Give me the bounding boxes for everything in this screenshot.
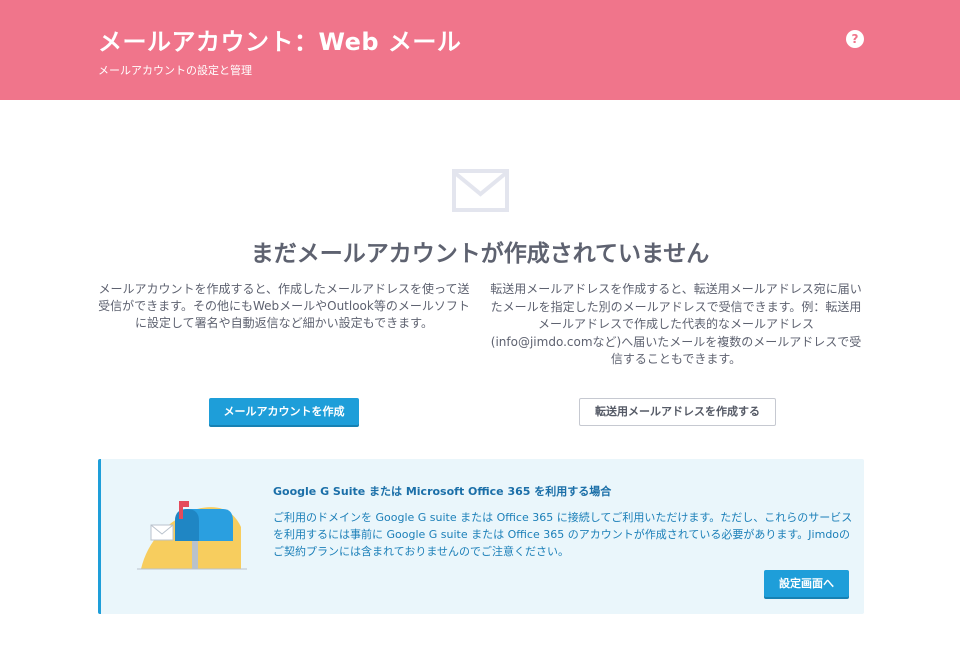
mailbox-illustration (137, 501, 247, 570)
help-icon[interactable]: ? (846, 30, 864, 48)
forwarding-description: 転送用メールアドレスを作成すると、転送用メールアドレス宛に届いたメールを指定した… (490, 282, 862, 366)
info-box-text: ご利用のドメインを Google G suite または Office 365 … (273, 511, 853, 558)
account-description: メールアカウントを作成すると、作成したメールアドレスを使って送受信ができます。そ… (98, 282, 470, 330)
page-title: メールアカウント：Web メール (98, 28, 462, 56)
empty-state-title: まだメールアカウントが作成されていません (250, 241, 710, 267)
create-forwarding-address-button[interactable]: 転送用メールアドレスを作成する (579, 398, 776, 426)
page-subtitle: メールアカウントの設定と管理 (98, 64, 252, 77)
create-account-button[interactable]: メールアカウントを作成 (209, 398, 359, 425)
info-box-title: Google G Suite または Microsoft Office 365 … (273, 485, 612, 498)
go-to-settings-button[interactable]: 設定画面へ (764, 570, 849, 597)
envelope-icon (452, 169, 509, 212)
gsuite-office365-info-box: Google G Suite または Microsoft Office 365 … (98, 459, 864, 614)
page-header: メールアカウント：Web メール メールアカウントの設定と管理 ? (0, 0, 960, 100)
